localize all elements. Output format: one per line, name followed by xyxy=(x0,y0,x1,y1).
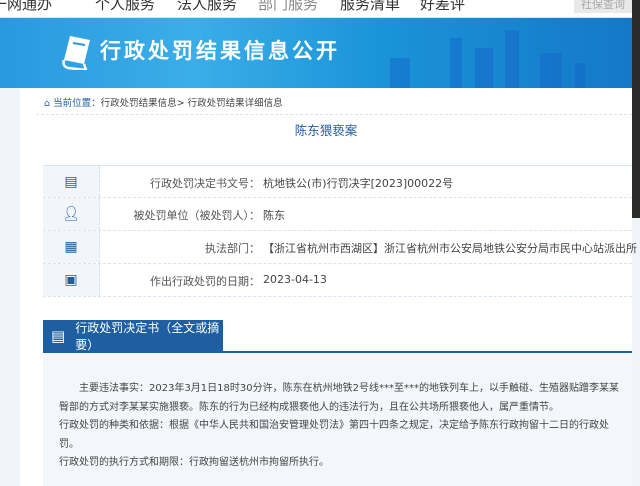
building-decoration xyxy=(505,30,519,88)
building-decoration xyxy=(540,53,562,88)
breadcrumb: ⌂ 当前位置：行政处罚结果信息> 行政处罚结果详细信息 xyxy=(44,95,283,109)
social-security-query-button[interactable]: 社保查询 xyxy=(574,0,632,13)
person-icon: 👤︎ xyxy=(43,198,100,230)
field-label: 作出行政处罚的日期： xyxy=(150,275,260,288)
decision-text: 主要违法事实：2023年3月1日18时30分许，陈东在杭州地铁2号线***至**… xyxy=(43,354,632,486)
breadcrumb-label: 当前位置 xyxy=(53,98,92,109)
field-row: ▦ 执法部门： 【浙江省杭州市西湖区】浙江省杭州市公安局地铁公安分局市民中心站派… xyxy=(43,231,637,264)
nav-item[interactable]: 个人服务 xyxy=(95,0,155,14)
field-value: 陈东 xyxy=(263,209,285,222)
section-header: ▤ 行政处罚决定书（全文或摘要） xyxy=(43,320,223,352)
case-title: 陈东猥亵案 xyxy=(294,123,358,138)
field-row: 👤︎ 被处罚单位（被处罚人）： 陈东 xyxy=(43,198,632,231)
field-value: 杭地铁公(市)行罚决字[2023]00022号 xyxy=(263,177,454,190)
nav-item[interactable]: 部门服务 xyxy=(258,0,318,14)
building-icon: ▦ xyxy=(43,231,100,263)
field-row: ▣ 作出行政处罚的日期： 2023-04-13 xyxy=(43,264,632,297)
section-underline xyxy=(43,351,632,353)
field-value: 【浙江省杭州市西湖区】浙江省杭州市公安局地铁公安分局市民中心站派出所 xyxy=(263,242,637,255)
content-panel: ⌂ 当前位置：行政处罚结果信息> 行政处罚结果详细信息 陈东猥亵案 ▤ 行政处罚… xyxy=(20,88,637,486)
banner: 行政处罚结果信息公开 xyxy=(0,18,640,88)
nav-item[interactable]: 法人服务 xyxy=(177,0,237,14)
document-icon: ▤ xyxy=(43,166,100,197)
field-label: 行政处罚决定书文号： xyxy=(150,177,260,190)
field-label: 被处罚单位（被处罚人）： xyxy=(133,209,261,222)
text-line: 行政处罚的种类和依据：根据《中华人民共和国治安管理处罚法》第四十四条之规定，决定… xyxy=(59,420,609,431)
overlay-bar xyxy=(632,0,640,218)
field-label: 执法部门： xyxy=(205,242,260,255)
calendar-clock-icon: ▣ xyxy=(43,264,100,296)
text-line: 罚。 xyxy=(59,438,79,450)
text-line: 主要违法事实：2023年3月1日18时30分许，陈东在杭州地铁2号线***至**… xyxy=(59,383,619,394)
home-icon: ⌂ xyxy=(44,98,51,109)
text-line: 行政处罚的执行方式和期限：行政拘留送杭州市拘留所执行。 xyxy=(59,457,329,468)
field-row: ▤ 行政处罚决定书文号： 杭地铁公(市)行罚决字[2023]00022号 xyxy=(43,165,632,198)
book-icon xyxy=(62,36,90,70)
nav-item[interactable]: 好差评 xyxy=(420,0,465,14)
banner-title: 行政处罚结果信息公开 xyxy=(100,39,340,63)
text-line: 臀部的方式对李某某实施猥亵。陈东的行为已经构成猥亵他人的违法行为，且在公共场所猥… xyxy=(59,401,559,413)
breadcrumb-separator: ： xyxy=(91,98,101,109)
info-table: ▤ 行政处罚决定书文号： 杭地铁公(市)行罚决字[2023]00022号 👤︎ … xyxy=(43,165,637,297)
breadcrumb-current: 行政处罚结果详细信息 xyxy=(187,98,283,109)
top-nav: 一网通办 个人服务 法人服务 部门服务 服务清单 好差评 社保查询 xyxy=(0,0,640,18)
nav-item[interactable]: 服务清单 xyxy=(340,0,400,14)
building-decoration xyxy=(575,63,585,88)
document-icon: ▤ xyxy=(51,327,66,345)
nav-item[interactable]: 一网通办 xyxy=(0,0,52,14)
building-decoration xyxy=(390,58,410,88)
field-value: 2023-04-13 xyxy=(263,273,327,286)
breadcrumb-link[interactable]: 行政处罚结果信息> xyxy=(101,98,185,109)
building-decoration xyxy=(475,48,493,88)
divider xyxy=(36,114,632,115)
building-decoration xyxy=(450,38,462,88)
section-title: 行政处罚决定书（全文或摘要） xyxy=(75,321,220,352)
